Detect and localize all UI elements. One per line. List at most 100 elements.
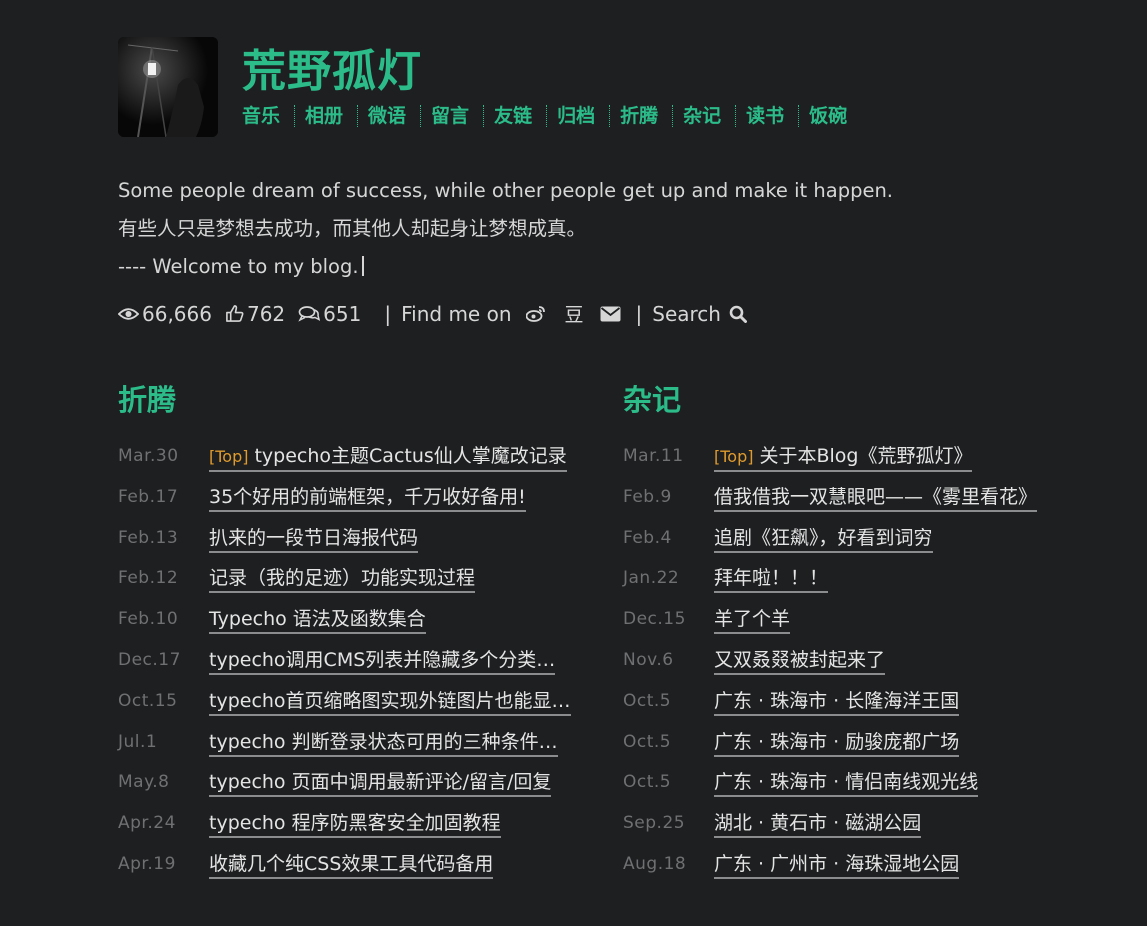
site-stats: 66,666 762 651 | Find me on 豆 | Search [118, 300, 750, 327]
mail-icon[interactable] [600, 306, 624, 322]
post-link[interactable]: typecho 判断登录状态可用的三种条件… [209, 730, 558, 757]
category-title[interactable]: 折腾 [118, 380, 571, 420]
post-item: Apr.24 typecho 程序防黑客安全加固教程 [118, 811, 571, 852]
post-item: Feb.17 35个好用的前端框架，千万收好备用! [118, 485, 571, 526]
nav-item-album[interactable]: 相册 [305, 105, 359, 127]
motto-line-zh: 有些人只是梦想去成功，而其他人却起身让梦想成真。 [118, 217, 587, 240]
likes-count: 762 [246, 301, 286, 326]
motto-line-en: Some people dream of success, while othe… [118, 179, 894, 202]
douban-icon[interactable]: 豆 [565, 300, 584, 327]
nav-item-tinker[interactable]: 折腾 [620, 105, 674, 127]
weibo-icon[interactable] [525, 305, 549, 322]
search-link[interactable]: Search [652, 302, 750, 326]
category-column-notes: 杂记 Mar.11 [Top] 关于本Blog《荒野孤灯》 Feb.9 借我借我一双慧… [623, 380, 1038, 893]
post-item: Dec.15 羊了个羊 [623, 607, 1037, 648]
post-link[interactable]: 收藏几个纯CSS效果工具代码备用 [209, 852, 494, 879]
views-count: 66,666 [142, 301, 212, 326]
post-title: 关于本Blog《荒野孤灯》 [759, 445, 973, 467]
post-item: Mar.30 [Top] typecho主题Cactus仙人掌魔改记录 [118, 444, 571, 485]
post-link[interactable]: 羊了个羊 [714, 607, 791, 635]
avatar-image [118, 37, 218, 137]
likes-stat: 762 [225, 302, 285, 326]
find-me-label: Find me on [401, 301, 512, 326]
comments-stat: 651 [298, 302, 361, 326]
post-date: Apr.19 [118, 853, 176, 874]
post-link[interactable]: 35个好用的前端框架，千万收好备用! [209, 485, 526, 512]
post-item: Feb.9 借我借我一双慧眼吧——《雾里看花》 [623, 485, 1038, 526]
welcome-line: ---- Welcome to my blog. [118, 248, 893, 286]
post-link[interactable]: [Top] typecho主题Cactus仙人掌魔改记录 [209, 444, 567, 472]
nav-item-work[interactable]: 饭碗 [809, 105, 861, 127]
post-item: Feb.12 记录（我的足迹）功能实现过程 [118, 566, 571, 607]
post-link[interactable]: typecho调用CMS列表并隐藏多个分类… [209, 648, 556, 675]
post-date: Feb.4 [623, 527, 672, 548]
post-date: Jul.1 [118, 731, 158, 752]
post-date: Oct.5 [623, 690, 672, 711]
category-column-tinker: 折腾 Mar.30 [Top] typecho主题Cactus仙人掌魔改记录 Feb… [118, 380, 571, 893]
post-date: Feb.17 [118, 486, 179, 507]
post-item: Nov.6 又双叒叕被封起来了 [623, 648, 1037, 689]
category-title[interactable]: 杂记 [623, 380, 1037, 420]
post-link[interactable]: 又双叒叕被封起来了 [714, 648, 886, 675]
nav-item-links[interactable]: 友链 [494, 105, 548, 127]
top-badge: [Top] [209, 447, 249, 466]
post-date: Dec.17 [118, 649, 181, 670]
nav-item-music[interactable]: 音乐 [242, 105, 296, 127]
post-item: Mar.11 [Top] 关于本Blog《荒野孤灯》 [623, 444, 1037, 485]
post-item: Apr.19 收藏几个纯CSS效果工具代码备用 [118, 852, 571, 893]
views-stat: 66,666 [118, 302, 212, 326]
meta-divider: | [635, 301, 643, 326]
nav-item-whisper[interactable]: 微语 [368, 105, 422, 127]
post-date: Jan.22 [623, 568, 680, 589]
site-description: Some people dream of success, while othe… [118, 172, 893, 286]
post-link[interactable]: 拜年啦！！！ [714, 566, 829, 594]
nav-item-notes[interactable]: 杂记 [683, 105, 737, 127]
post-date: Mar.30 [118, 446, 179, 466]
post-link[interactable]: 广东 · 珠海市 · 情侣南线观光线 [714, 770, 979, 798]
post-link[interactable]: 追剧《狂飙》，好看到词穷 [714, 526, 933, 553]
post-date: Feb.12 [118, 568, 179, 589]
post-link[interactable]: 广东 · 广州市 · 海珠湿地公园 [714, 852, 960, 879]
post-title: typecho主题Cactus仙人掌魔改记录 [254, 445, 567, 467]
post-list: Mar.30 [Top] typecho主题Cactus仙人掌魔改记录 Feb.17… [118, 444, 571, 893]
post-link[interactable]: typecho 程序防黑客安全加固教程 [209, 811, 501, 839]
post-date: Feb.9 [623, 486, 672, 507]
post-item: Feb.10 Typecho 语法及函数集合 [118, 607, 571, 648]
post-link[interactable]: typecho首页缩略图实现外链图片也能显… [209, 689, 571, 716]
post-link[interactable]: 广东 · 珠海市 · 长隆海洋王国 [714, 689, 960, 716]
site-title[interactable]: 荒野孤灯 [242, 35, 422, 99]
post-link[interactable]: 借我借我一双慧眼吧——《雾里看花》 [714, 485, 1038, 512]
post-link[interactable]: 湖北 · 黄石市 · 磁湖公园 [714, 811, 922, 839]
post-item: Oct.5 广东 · 珠海市 · 励骏庞都广场 [623, 730, 1037, 771]
post-link[interactable]: 记录（我的足迹）功能实现过程 [209, 566, 476, 594]
post-item: Dec.17 typecho调用CMS列表并隐藏多个分类… [118, 648, 571, 689]
post-date: Nov.6 [623, 649, 674, 670]
post-link[interactable]: 广东 · 珠海市 · 励骏庞都广场 [714, 730, 960, 757]
avatar[interactable] [118, 37, 218, 137]
post-item: Oct.5 广东 · 珠海市 · 长隆海洋王国 [623, 689, 1037, 730]
post-item: Oct.5 广东 · 珠海市 · 情侣南线观光线 [623, 770, 1037, 811]
post-date: Oct.5 [623, 731, 672, 752]
welcome-text: ---- Welcome to my blog. [118, 255, 359, 278]
nav-item-guestbook[interactable]: 留言 [431, 105, 485, 127]
post-link[interactable]: Typecho 语法及函数集合 [209, 607, 426, 635]
nav-item-archive[interactable]: 归档 [557, 105, 611, 127]
post-link[interactable]: typecho 页面中调用最新评论/留言/回复 [209, 770, 552, 798]
post-date: Aug.18 [623, 853, 687, 874]
post-item: Feb.4 追剧《狂飙》，好看到词穷 [623, 526, 1037, 567]
post-item: Oct.15 typecho首页缩略图实现外链图片也能显… [118, 689, 571, 730]
search-label: Search [652, 301, 721, 326]
top-badge: [Top] [714, 447, 754, 466]
nav-item-reading[interactable]: 读书 [746, 105, 800, 127]
main-nav: 音乐 相册 微语 留言 友链 归档 折腾 杂记 读书 饭碗 [242, 105, 871, 127]
search-icon [729, 305, 747, 323]
post-item: Jan.22 拜年啦！！！ [623, 566, 1037, 607]
comments-icon [298, 306, 321, 322]
post-item: Aug.18 广东 · 广州市 · 海珠湿地公园 [623, 852, 1037, 893]
post-date: Feb.13 [118, 527, 179, 548]
post-item: Sep.25 湖北 · 黄石市 · 磁湖公园 [623, 811, 1037, 852]
post-link[interactable]: [Top] 关于本Blog《荒野孤灯》 [714, 444, 973, 472]
post-date: Sep.25 [623, 813, 686, 834]
post-date: Oct.15 [118, 690, 178, 711]
post-link[interactable]: 扒来的一段节日海报代码 [209, 526, 419, 553]
